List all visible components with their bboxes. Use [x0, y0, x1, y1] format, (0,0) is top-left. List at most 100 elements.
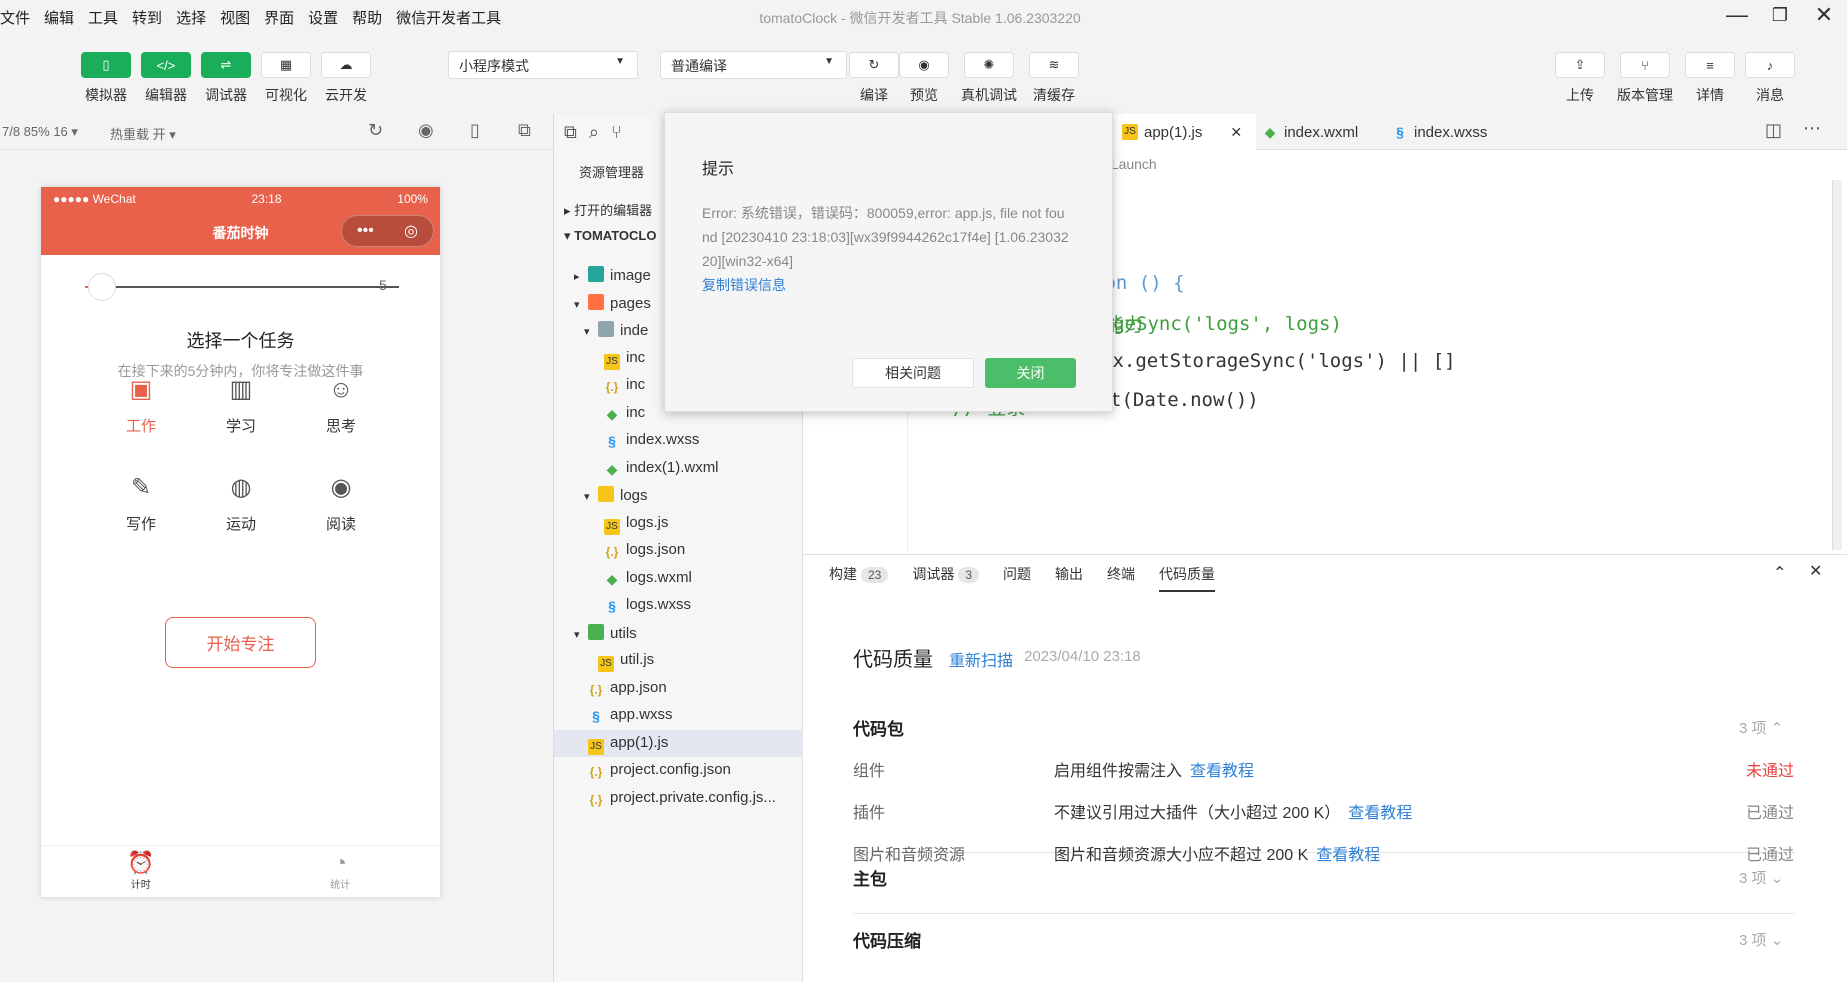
toolbar-button[interactable]: ⑂: [1620, 52, 1670, 78]
slider-handle[interactable]: [88, 273, 116, 301]
toolbar-button[interactable]: ✺: [964, 52, 1014, 78]
menu-item[interactable]: 界面: [264, 7, 294, 28]
section-title[interactable]: 主包: [853, 865, 887, 890]
menu-icon: ≡: [1706, 57, 1714, 73]
close-dialog-button[interactable]: 关闭: [985, 358, 1076, 388]
upload-icon: ⇪: [1574, 57, 1586, 72]
start-focus-button[interactable]: 开始专注: [165, 617, 316, 668]
editor-tab[interactable]: ◆ index.wxml: [1248, 114, 1372, 150]
window-icon[interactable]: ⧉: [518, 120, 531, 141]
file-item[interactable]: ◆ index(1).wxml: [554, 455, 804, 482]
stop-icon[interactable]: ◉: [418, 120, 434, 141]
rescan-link[interactable]: 重新扫描: [949, 647, 1013, 671]
task-4[interactable]: ◍ 运动: [191, 473, 291, 534]
task-3[interactable]: ✎ 写作: [91, 473, 191, 534]
section-count[interactable]: 3 项 ⌄: [1739, 867, 1783, 888]
more-icon[interactable]: •••: [357, 222, 374, 240]
menu-item[interactable]: 设置: [308, 7, 338, 28]
file-item[interactable]: {.} project.config.json: [554, 757, 804, 784]
menu-item[interactable]: 选择: [176, 7, 206, 28]
file-item[interactable]: {.} project.private.config.js...: [554, 785, 804, 812]
collapse-panel-icon[interactable]: ⌃: [1773, 563, 1786, 583]
toolbar-button[interactable]: ↻: [849, 52, 899, 78]
code-line[interactable]: wx.getStorageSync('logs') || []: [1101, 350, 1456, 372]
menu-item[interactable]: 编辑: [44, 7, 74, 28]
copy-error-link[interactable]: 复制错误信息: [702, 275, 786, 295]
toolbar-button[interactable]: ≡: [1685, 52, 1735, 78]
toolbar-button[interactable]: ≋: [1029, 52, 1079, 78]
panel-tab[interactable]: 终端: [1107, 564, 1135, 584]
related-issues-button[interactable]: 相关问题: [852, 358, 974, 388]
toolbar-button[interactable]: </>: [141, 52, 191, 78]
mode-select[interactable]: 小程序模式 ▼: [448, 51, 638, 79]
section-title[interactable]: 代码压缩: [853, 927, 921, 952]
menu-item[interactable]: 文件: [0, 7, 30, 28]
panel-tab[interactable]: 问题: [1003, 564, 1031, 584]
section-count[interactable]: 3 项 ⌃: [1739, 717, 1783, 738]
close-panel-icon[interactable]: ✕: [1809, 561, 1822, 581]
phone-icon[interactable]: ▯: [470, 120, 480, 141]
toolbar-button[interactable]: ☁: [321, 52, 371, 78]
file-item[interactable]: {.} logs.json: [554, 537, 804, 564]
section-title[interactable]: 代码包: [853, 715, 904, 740]
file-item[interactable]: JS logs.js: [554, 510, 804, 537]
task-5[interactable]: ◉ 阅读: [291, 473, 391, 534]
file-item[interactable]: § logs.wxss: [554, 592, 804, 619]
file-item[interactable]: § app.wxss: [554, 702, 804, 729]
editor-tab[interactable]: JS app(1).js ✕: [1108, 114, 1257, 150]
toolbar-button[interactable]: ♪: [1745, 52, 1795, 78]
folder-item[interactable]: ▾ utils: [554, 620, 804, 647]
toolbar-button[interactable]: ⇌: [201, 52, 251, 78]
refresh-icon[interactable]: ↻: [368, 120, 383, 141]
folder-item[interactable]: ▾ logs: [554, 482, 804, 509]
compile-select[interactable]: 普通编译 ▼: [660, 51, 847, 79]
split-editor-icon[interactable]: ◫: [1765, 120, 1782, 141]
project-header[interactable]: ▾ TOMATOCLO: [564, 228, 656, 244]
panel-tab[interactable]: 输出: [1055, 564, 1083, 584]
capsule-menu[interactable]: ••• ◎: [341, 215, 434, 247]
menu-item[interactable]: 帮助: [352, 7, 382, 28]
tutorial-link[interactable]: 查看教程: [1348, 805, 1412, 822]
file-item[interactable]: § index.wxss: [554, 427, 804, 454]
tutorial-link[interactable]: 查看教程: [1190, 763, 1254, 780]
file-item[interactable]: JS app(1).js: [554, 729, 804, 757]
file-item[interactable]: {.} app.json: [554, 675, 804, 702]
tab-0[interactable]: ⏰ 计时: [41, 846, 241, 897]
tutorial-link[interactable]: 查看教程: [1316, 847, 1380, 864]
exit-icon[interactable]: ◎: [404, 221, 418, 241]
close-tab-icon[interactable]: ✕: [1230, 124, 1242, 141]
toolbar-button[interactable]: ▯: [81, 52, 131, 78]
duration-slider[interactable]: [89, 286, 399, 288]
menu-item[interactable]: 转到: [132, 7, 162, 28]
file-item[interactable]: JS util.js: [554, 647, 804, 674]
maximize-icon[interactable]: ❐: [1768, 4, 1792, 28]
task-0[interactable]: ▣ 工作: [91, 375, 191, 436]
section-count[interactable]: 3 项 ⌄: [1739, 929, 1783, 950]
git-icon[interactable]: ⑂: [611, 122, 622, 143]
close-window-icon[interactable]: ✕: [1812, 4, 1836, 28]
toolbar-button[interactable]: ⇪: [1555, 52, 1605, 78]
menu-item[interactable]: 工具: [88, 7, 118, 28]
device-select[interactable]: 7/8 85% 16 ▾: [2, 124, 78, 140]
file-item[interactable]: ◆ logs.wxml: [554, 565, 804, 592]
more-icon[interactable]: ⋯: [1803, 118, 1821, 139]
search-icon[interactable]: ⌕: [589, 122, 599, 143]
editor-tab[interactable]: § index.wxss: [1378, 114, 1501, 150]
tab-1[interactable]: ◔ 统计: [241, 846, 441, 897]
carrier-label: ●●●●● WeChat: [53, 192, 136, 206]
editor-scrollbar[interactable]: [1832, 180, 1842, 550]
menu-item[interactable]: 微信开发者工具: [396, 7, 501, 28]
task-2[interactable]: ☺ 思考: [291, 375, 391, 436]
panel-tab[interactable]: 调试器 3: [912, 564, 980, 584]
toolbar-button[interactable]: ◉: [899, 52, 949, 78]
panel-tab[interactable]: 代码质量: [1159, 564, 1216, 592]
toolbar-button[interactable]: ▦: [261, 52, 311, 78]
open-editors-header[interactable]: ▸ 打开的编辑器: [564, 200, 652, 219]
hot-reload-toggle[interactable]: 热重载 开 ▾: [110, 124, 176, 143]
code-line[interactable]: t(Date.now()): [1110, 389, 1259, 411]
task-1[interactable]: ▥ 学习: [191, 375, 291, 436]
panel-tab[interactable]: 构建 23: [829, 564, 889, 584]
files-icon[interactable]: ⧉: [564, 122, 577, 143]
menu-item[interactable]: 视图: [220, 7, 250, 28]
minimize-icon[interactable]: —: [1725, 4, 1749, 28]
